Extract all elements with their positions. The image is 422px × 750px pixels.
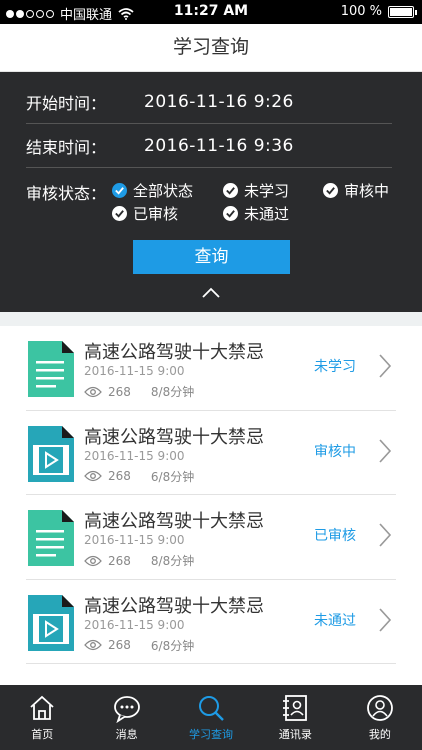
tab-label: 我的 — [368, 728, 391, 741]
end-time-value[interactable]: 2016-11-16 9:36 — [144, 136, 294, 156]
status-badge: 未学习 — [314, 359, 356, 375]
chevron-right-icon[interactable] — [378, 438, 392, 464]
video-file-icon — [28, 594, 74, 651]
tab-messages[interactable]: 消息 — [84, 685, 168, 750]
bottom-tab-bar: 首页 消息 学习查询 通讯录 我的 — [0, 685, 422, 750]
status-option-approved[interactable]: 已审核 — [112, 203, 178, 224]
document-icon — [28, 341, 74, 397]
message-icon — [113, 696, 140, 723]
duration: 6/8分钟 — [150, 469, 195, 484]
query-button[interactable]: 查询 — [133, 240, 290, 274]
battery-icon — [388, 5, 417, 18]
section-divider — [0, 312, 422, 326]
tab-home[interactable]: 首页 — [0, 685, 84, 750]
list-item[interactable]: 高速公路驾驶十大禁忌 2016-11-15 9:00 268 6/8分钟 未通过 — [26, 580, 396, 664]
list-item[interactable]: 高速公路驾驶十大禁忌 2016-11-15 9:00 268 8/8分钟 已审核 — [26, 495, 396, 580]
status-option-rejected[interactable]: 未通过 — [223, 203, 289, 224]
page-title: 学习查询 — [172, 36, 249, 58]
document-icon — [28, 510, 74, 566]
battery-percent: 100 % — [340, 4, 382, 19]
duration: 8/8分钟 — [150, 385, 195, 399]
record-list: 高速公路驾驶十大禁忌 2016-11-15 9:00 268 8/8分钟 未学习… — [0, 326, 422, 664]
tab-label: 首页 — [31, 728, 54, 741]
filter-panel: 开始时间： 2016-11-16 9:26 结束时间： 2016-11-16 9… — [0, 72, 422, 312]
tab-contacts[interactable]: 通讯录 — [253, 685, 337, 750]
start-time-label: 开始时间： — [26, 93, 107, 113]
duration: 6/8分钟 — [150, 638, 195, 653]
start-time-value[interactable]: 2016-11-16 9:26 — [144, 92, 294, 112]
status-badge: 未通过 — [314, 612, 356, 629]
list-item[interactable]: 高速公路驾驶十大禁忌 2016-11-15 9:00 268 6/8分钟 审核中 — [26, 411, 396, 495]
list-item[interactable]: 高速公路驾驶十大禁忌 2016-11-15 9:00 268 8/8分钟 未学习 — [26, 326, 396, 411]
status-option-label: 全部状态 — [133, 182, 194, 200]
record-date: 2016-11-15 9:00 — [84, 617, 185, 632]
tab-profile[interactable]: 我的 — [338, 685, 422, 750]
collapse-chevron-up-icon[interactable] — [201, 285, 221, 299]
home-icon — [30, 695, 54, 720]
status-option-reviewing[interactable]: 审核中 — [323, 180, 389, 201]
check-icon — [223, 183, 238, 198]
status-badge: 审核中 — [314, 443, 356, 460]
profile-icon — [366, 695, 393, 721]
end-time-label: 结束时间： — [26, 137, 107, 157]
record-title: 高速公路驾驶十大禁忌 — [84, 595, 264, 617]
view-count: 268 — [108, 469, 131, 483]
tab-study-query[interactable]: 学习查询 — [169, 685, 253, 750]
start-time-row[interactable]: 开始时间： 2016-11-16 9:26 — [26, 80, 392, 124]
status-option-label: 未通过 — [244, 205, 290, 223]
tab-label: 学习查询 — [189, 728, 234, 741]
record-title: 高速公路驾驶十大禁忌 — [84, 426, 264, 448]
chevron-right-icon[interactable] — [378, 522, 392, 548]
eye-icon — [84, 639, 102, 651]
nav-bar: 学习查询 — [0, 24, 422, 72]
status-bar: 中国联通 11:27 AM 100 % — [0, 0, 422, 24]
contacts-icon — [283, 695, 308, 721]
end-time-row[interactable]: 结束时间： 2016-11-16 9:36 — [26, 124, 392, 168]
record-date: 2016-11-15 9:00 — [84, 448, 185, 463]
check-icon — [223, 206, 238, 221]
view-count: 268 — [108, 638, 131, 652]
check-icon — [112, 206, 127, 221]
tab-label: 通讯录 — [278, 728, 312, 741]
chevron-right-icon[interactable] — [378, 353, 392, 379]
record-date: 2016-11-15 9:00 — [84, 533, 185, 547]
status-option-label: 未学习 — [244, 182, 290, 200]
chevron-right-icon[interactable] — [378, 607, 392, 633]
status-option-label: 审核中 — [344, 182, 390, 200]
record-date: 2016-11-15 9:00 — [84, 364, 185, 378]
video-file-icon — [28, 425, 74, 482]
record-title: 高速公路驾驶十大禁忌 — [84, 511, 264, 532]
status-option-all[interactable]: 全部状态 — [112, 180, 193, 201]
eye-icon — [84, 555, 102, 566]
record-title: 高速公路驾驶十大禁忌 — [84, 342, 264, 363]
view-count: 268 — [108, 553, 131, 568]
search-icon — [199, 696, 224, 721]
check-icon — [323, 183, 338, 198]
duration: 8/8分钟 — [150, 554, 195, 568]
tab-label: 消息 — [115, 728, 138, 741]
checked-icon — [112, 183, 127, 198]
status-option-label: 已审核 — [133, 205, 179, 223]
status-filter-label: 审核状态： — [26, 184, 107, 203]
eye-icon — [84, 470, 102, 482]
view-count: 268 — [108, 384, 131, 399]
status-option-unstudied[interactable]: 未学习 — [223, 180, 289, 201]
eye-icon — [84, 386, 102, 397]
status-badge: 已审核 — [314, 528, 356, 544]
